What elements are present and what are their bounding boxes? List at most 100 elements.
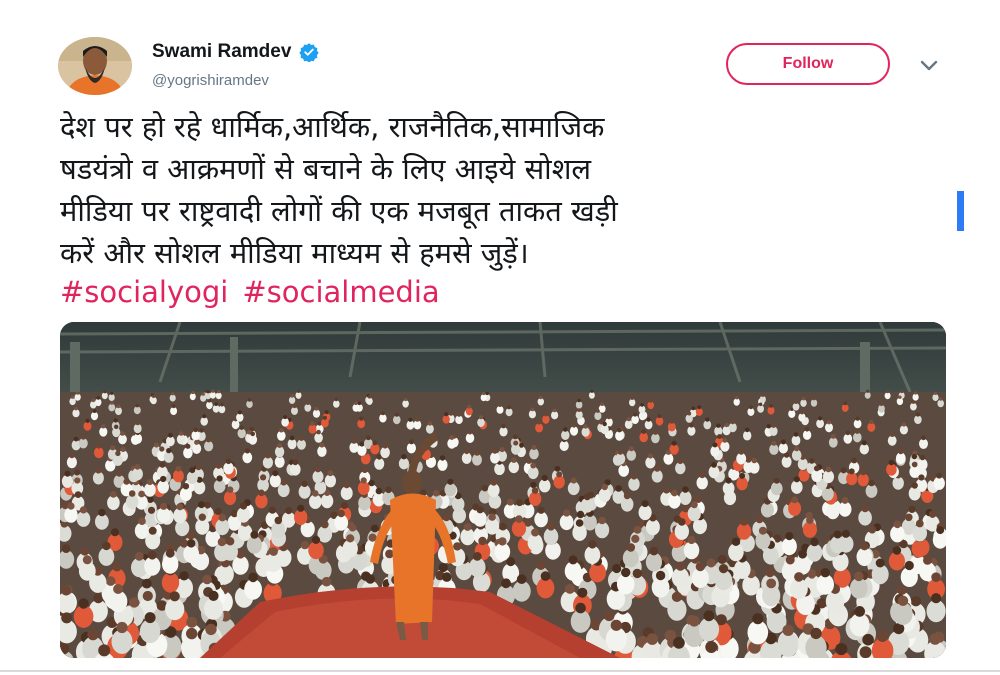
- crowd-person-head: [841, 529, 850, 538]
- crowd-person-head: [316, 429, 321, 435]
- crowd-person-head: [61, 585, 72, 596]
- crowd-person-head: [479, 415, 483, 420]
- crowd-person-head: [348, 523, 357, 532]
- crowd-person-body: [333, 400, 340, 408]
- crowd-person-head: [682, 486, 689, 493]
- crowd-person-head: [554, 465, 561, 472]
- tweet-photo[interactable]: [60, 322, 946, 658]
- crowd-person-head: [911, 400, 916, 404]
- crowd-person-head: [531, 528, 540, 537]
- crowd-person-head: [415, 417, 420, 422]
- crowd-person-head: [120, 446, 126, 452]
- crowd-person-head: [556, 471, 563, 478]
- crowd-person-head: [283, 415, 288, 420]
- crowd-person-head: [113, 584, 124, 594]
- crowd-person-head: [914, 391, 918, 395]
- crowd-person-head: [194, 439, 200, 445]
- crowd-person-head: [663, 487, 670, 494]
- crowd-person-head: [499, 446, 505, 453]
- author-handle[interactable]: @yogrishiramdev: [152, 72, 269, 89]
- crowd-person-head: [189, 467, 196, 474]
- crowd-person-head: [74, 469, 81, 476]
- crowd-person-head: [176, 503, 184, 511]
- crowd-person-head: [206, 437, 212, 443]
- crowd-person-head: [147, 506, 156, 514]
- crowd-person-head: [506, 557, 516, 567]
- crowd-person-head: [110, 445, 116, 451]
- crowd-person-head: [897, 595, 909, 606]
- crowd-person-head: [633, 412, 638, 417]
- crowd-person-body: [218, 405, 226, 414]
- crowd-person-head: [869, 419, 874, 424]
- crowd-person-head: [654, 466, 661, 472]
- follow-button[interactable]: Follow: [726, 43, 890, 85]
- crowd-person-head: [103, 390, 107, 394]
- crowd-person-head: [812, 396, 816, 401]
- crowd-person-head: [186, 627, 198, 640]
- crowd-person-head: [646, 417, 651, 422]
- crowd-person-head: [91, 398, 96, 403]
- crowd-person-head: [116, 404, 121, 409]
- crowd-person-head: [360, 477, 367, 484]
- author-name[interactable]: Swami Ramdev: [152, 41, 291, 63]
- crowd-person-head: [258, 489, 265, 497]
- crowd-person-head: [64, 470, 71, 477]
- crowd-person-head: [931, 572, 941, 582]
- crowd-person-head: [893, 520, 902, 529]
- crowd-person-head: [217, 537, 227, 547]
- chevron-down-icon[interactable]: [919, 58, 939, 72]
- avatar[interactable]: [58, 37, 132, 95]
- crowd-person-head: [498, 403, 502, 407]
- crowd-person-head: [380, 411, 385, 416]
- crowd-person-head: [311, 535, 321, 544]
- crowd-person-head: [716, 423, 721, 428]
- crowd-person-head: [826, 420, 832, 425]
- crowd-person-head: [843, 401, 847, 406]
- crowd-person-head: [813, 465, 820, 472]
- crowd-person-head: [265, 453, 271, 459]
- tweet-text-line: मीडिया पर राष्ट्रवादी लोगों की एक मजबूत …: [60, 194, 618, 228]
- crowd-person-head: [481, 484, 489, 492]
- crowd-person-head: [745, 457, 752, 463]
- crowd-person-head: [933, 391, 938, 395]
- crowd-person-head: [114, 424, 119, 429]
- crowd-person-head: [688, 615, 700, 627]
- crowd-person-head: [761, 393, 765, 397]
- crowd-person-head: [810, 627, 822, 640]
- crowd-person-head: [617, 427, 622, 433]
- crowd-person-head: [217, 390, 221, 394]
- crowd-person-head: [641, 429, 646, 434]
- crowd-person-head: [206, 390, 210, 394]
- crowd-person-head: [512, 434, 518, 440]
- crowd-person-head: [237, 410, 242, 415]
- hashtag-link[interactable]: #socialyogi: [60, 272, 228, 312]
- crowd-person-head: [731, 537, 741, 546]
- crowd-person-head: [724, 422, 729, 428]
- crowd-person-head: [467, 404, 472, 409]
- crowd-person-head: [769, 404, 773, 408]
- crowd-person-head: [216, 475, 223, 482]
- crowd-person-head: [321, 576, 332, 587]
- crowd-person-head: [365, 574, 376, 584]
- crowd-person-head: [621, 567, 631, 578]
- crowd-person-head: [530, 407, 535, 412]
- crowd-person-head: [315, 466, 321, 473]
- crowd-person-head: [80, 547, 89, 556]
- crowd-person-head: [160, 475, 167, 483]
- crowd-person-head: [128, 490, 136, 497]
- crowd-person-head: [717, 434, 722, 439]
- crowd-person-body: [937, 399, 944, 408]
- crowd-person-head: [911, 453, 918, 460]
- crowd-person-head: [649, 546, 659, 556]
- hashtag-link[interactable]: #socialmedia: [242, 272, 439, 312]
- tweet-text-line: देश पर हो रहे धार्मिक,आर्थिक, राजनैतिक,स…: [60, 110, 605, 144]
- crowd-person-head: [367, 395, 372, 399]
- crowd-person-head: [511, 457, 517, 463]
- crowd-person-head: [794, 572, 804, 582]
- crowd-person-head: [74, 477, 81, 484]
- crowd-person-head: [904, 560, 914, 571]
- crowd-person-head: [921, 435, 926, 441]
- crowd-person-head: [749, 405, 753, 410]
- crowd-person-head: [602, 421, 607, 427]
- text-cursor: [957, 191, 964, 231]
